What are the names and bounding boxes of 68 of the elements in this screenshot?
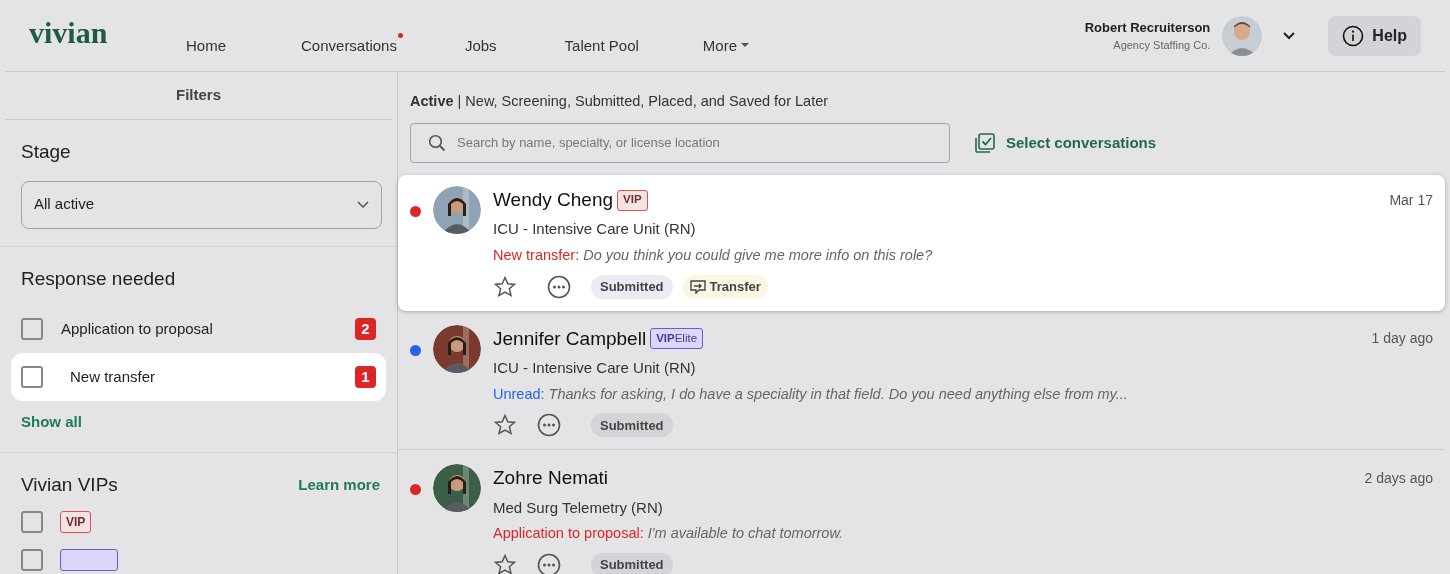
date-text: 2 days ago xyxy=(1364,469,1433,488)
stage-dropdown[interactable]: All active xyxy=(21,180,382,229)
message-preview: Thanks for asking, I do have a speciality in that field. Do you need anything else from my... xyxy=(548,385,1128,402)
contact-name: Wendy Cheng xyxy=(493,187,614,212)
transfer-tag: Transfer xyxy=(682,274,768,299)
conversation-card[interactable]: Jennifer Campbell VIPElite 1 day ago ICU - Intensive Care Unit (RN) Unread: Thanks for asking, I do have a speciality in that field. Do you need anything else from my... Submitted xyxy=(398,310,1445,451)
nav-tab[interactable]: Talent Pool xyxy=(564,34,639,57)
job-title: ICU - Intensive Care Unit (RN) xyxy=(493,358,697,378)
message-preview: Do you think you could give me more info on this role? xyxy=(583,246,933,263)
show-all-link[interactable]: Show all xyxy=(0,411,397,434)
filters-title: Filters xyxy=(176,85,221,106)
nav-tab[interactable]: Jobs xyxy=(464,34,497,57)
job-title: ICU - Intensive Care Unit (RN) xyxy=(493,219,697,240)
option-label: New transfer xyxy=(70,366,156,387)
checklist-icon xyxy=(974,131,996,154)
company-name: Agency Staffing Co. xyxy=(1113,38,1211,53)
help-button[interactable]: Help xyxy=(1328,15,1421,56)
option-label: Application to proposal xyxy=(61,318,213,339)
stage-tag: Submitted xyxy=(591,553,673,574)
count-badge: 2 xyxy=(355,318,376,340)
checkbox[interactable] xyxy=(21,511,43,533)
preview-label: New transfer: xyxy=(493,246,580,263)
message-icon xyxy=(689,279,706,294)
nav-tab[interactable]: Home xyxy=(186,34,226,57)
info-icon xyxy=(1342,24,1365,47)
chevron-down-icon[interactable] xyxy=(1282,30,1297,41)
section-heading: Stage xyxy=(21,140,72,164)
status-text: Active | New, Screening, Submitted, Placed, and Saved for Later xyxy=(410,92,830,111)
more-icon[interactable] xyxy=(547,274,571,299)
filter-option[interactable]: New transfer 1 xyxy=(11,353,386,401)
select-conversations-button[interactable]: Select conversations xyxy=(974,131,1157,154)
learn-more-link[interactable]: Learn more xyxy=(298,473,380,496)
checkbox[interactable] xyxy=(21,366,43,388)
filter-option[interactable]: Application to proposal 2 xyxy=(11,305,386,353)
section-heading: Vivian VIPs xyxy=(21,472,118,497)
date-text: Mar 17 xyxy=(1389,190,1433,210)
conversation-card[interactable]: Wendy Cheng VIP Mar 17 ICU - Intensive Care Unit (RN) New transfer: Do you think you could give me more info on this role? Submitted Transfer xyxy=(398,174,1445,311)
chevron-down-icon xyxy=(357,200,369,209)
vip-badge: VIP xyxy=(60,511,92,533)
logo[interactable]: vivian xyxy=(29,17,155,48)
stage-tag: Submitted xyxy=(591,274,673,299)
nav-tab[interactable]: Conversations xyxy=(301,34,397,57)
nav-tab[interactable]: More xyxy=(702,34,749,57)
checkbox[interactable] xyxy=(21,318,43,340)
star-icon[interactable] xyxy=(493,413,517,438)
count-badge: 1 xyxy=(355,366,376,388)
job-title: Med Surg Telemetry (RN) xyxy=(493,497,664,518)
conversation-card[interactable]: Zohre Nemati 2 days ago Med Surg Telemetry (RN) Application to proposal: I'm available to chat tomorrow. Submitted xyxy=(398,450,1445,574)
more-icon[interactable] xyxy=(537,413,561,438)
contact-name: Zohre Nemati xyxy=(493,466,609,491)
user-name: Robert Recruiterson xyxy=(1084,18,1211,37)
search-field[interactable]: Search by name, specialty, or license location xyxy=(410,122,950,163)
preview-label: Unread: xyxy=(493,385,545,402)
message-preview: I'm available to chat tomorrow. xyxy=(647,525,844,542)
star-icon[interactable] xyxy=(493,274,517,299)
search-icon xyxy=(428,133,446,152)
checkbox[interactable] xyxy=(21,549,43,571)
stage-tag: Submitted xyxy=(591,413,673,438)
preview-label: Application to proposal: xyxy=(493,525,644,542)
vip-badge: VIP xyxy=(617,189,648,211)
section-heading: Response needed xyxy=(20,266,177,291)
star-icon[interactable] xyxy=(493,553,517,574)
caret-icon xyxy=(741,43,749,49)
tier-badge xyxy=(60,549,118,571)
more-icon[interactable] xyxy=(537,553,561,574)
vip-badge: VIPElite xyxy=(650,328,704,350)
date-text: 1 day ago xyxy=(1371,329,1433,349)
contact-name: Jennifer Campbell xyxy=(493,326,647,351)
